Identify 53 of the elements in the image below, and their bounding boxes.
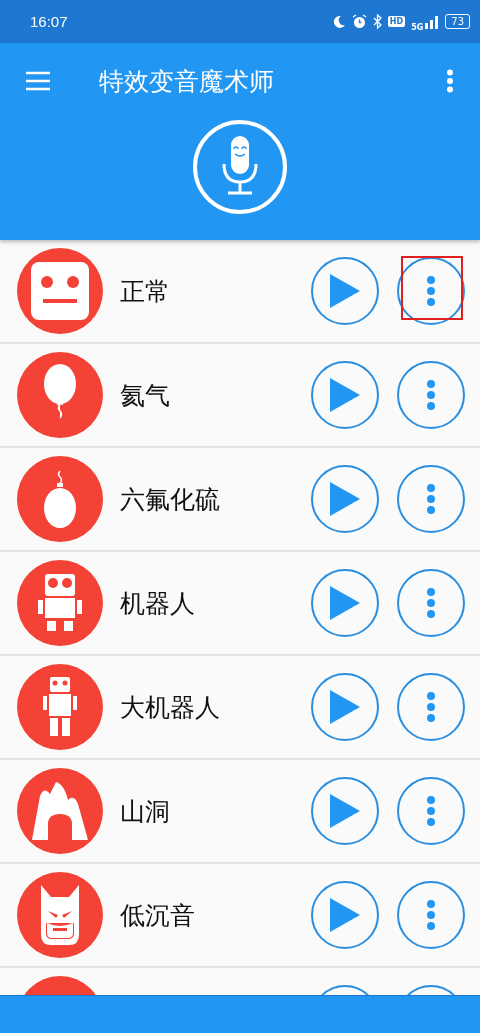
more-options-button[interactable] [397, 465, 465, 533]
effect-name: 机器人 [120, 587, 195, 620]
effect-name: 山洞 [120, 795, 170, 828]
play-button[interactable] [311, 465, 379, 533]
more-icon [426, 795, 436, 827]
play-icon [330, 898, 360, 932]
robot-face-icon [31, 262, 89, 320]
play-icon [330, 690, 360, 724]
more-icon [426, 379, 436, 411]
effect-name: 大机器人 [120, 691, 220, 724]
more-icon [426, 691, 436, 723]
balloon-icon [42, 469, 78, 529]
play-button[interactable] [311, 777, 379, 845]
more-icon [426, 483, 436, 515]
more-options-button[interactable] [397, 673, 465, 741]
play-button[interactable] [311, 881, 379, 949]
app-title: 特效变音魔术师 [99, 65, 274, 98]
more-icon [426, 899, 436, 931]
play-icon [330, 794, 360, 828]
more-options-button[interactable] [397, 361, 465, 429]
robot-icon [38, 574, 82, 632]
play-icon [330, 586, 360, 620]
effect-name: 正常 [120, 275, 170, 308]
more-icon [426, 275, 436, 307]
network-label: 5G [411, 23, 424, 32]
clock-time: 16:07 [30, 13, 68, 30]
alarm-clock-icon [351, 14, 367, 29]
microphone-icon [192, 119, 288, 215]
more-options-button[interactable] [397, 569, 465, 637]
more-options-button[interactable] [397, 881, 465, 949]
effect-name: 低沉音 [120, 899, 195, 932]
effect-name: 氦气 [120, 379, 170, 412]
play-button[interactable] [311, 569, 379, 637]
menu-icon [25, 71, 51, 91]
effect-name: 六氟化硫 [120, 483, 220, 516]
play-button[interactable] [311, 257, 379, 325]
more-icon [426, 587, 436, 619]
cave-icon [32, 782, 88, 840]
moon-icon [331, 14, 346, 29]
more-options-button[interactable] [397, 777, 465, 845]
robot-icon [43, 677, 77, 737]
signal-icon [425, 14, 440, 29]
play-button[interactable] [311, 673, 379, 741]
more-icon [446, 69, 454, 93]
bluetooth-icon [372, 14, 382, 29]
play-button[interactable] [311, 361, 379, 429]
play-icon [330, 482, 360, 516]
play-icon [330, 378, 360, 412]
record-button[interactable] [192, 119, 288, 215]
hd-badge: HD [387, 16, 406, 27]
battery-indicator: 73 [445, 14, 470, 29]
play-icon [330, 274, 360, 308]
mask-icon [39, 885, 81, 945]
